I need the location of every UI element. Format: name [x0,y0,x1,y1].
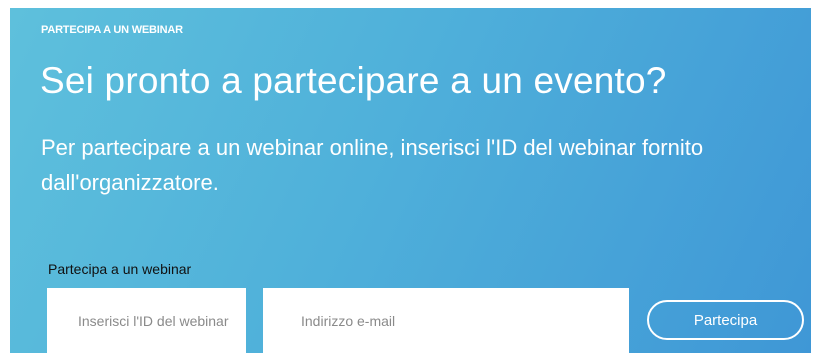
description-text: Per partecipare a un webinar online, ins… [41,135,704,195]
page-title: Sei pronto a partecipare a un evento? [40,60,667,101]
join-webinar-panel: PARTECIPA A UN WEBINAR Sei pronto a part… [10,8,811,353]
email-input[interactable] [263,288,629,353]
join-button[interactable]: Partecipa [647,300,804,340]
form-label: Partecipa a un webinar [48,261,192,277]
section-eyebrow: PARTECIPA A UN WEBINAR [41,24,183,36]
webinar-id-input[interactable] [47,288,246,353]
